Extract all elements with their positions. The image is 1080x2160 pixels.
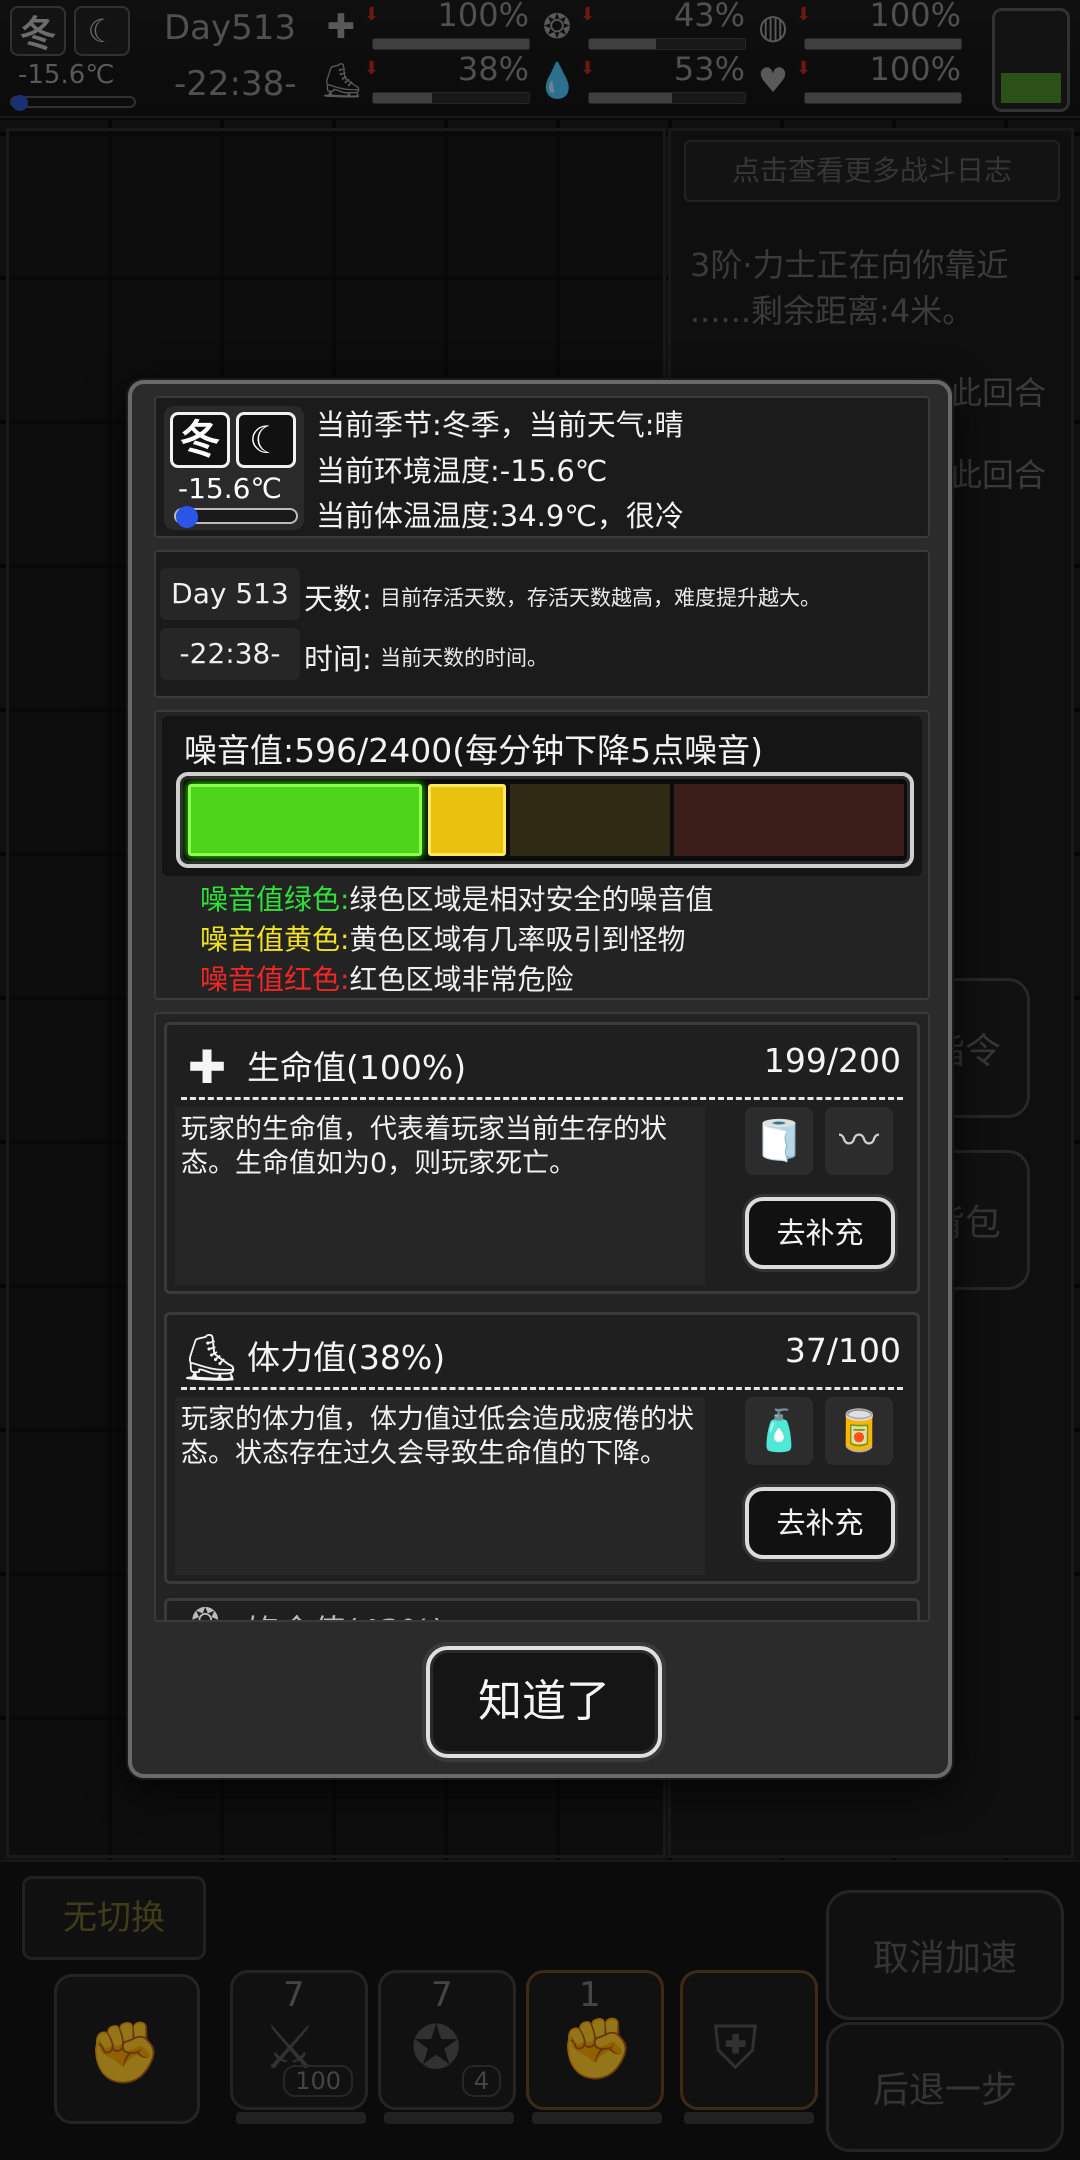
legend-text: 绿色区域是相对安全的噪音值 bbox=[349, 883, 714, 916]
bandage-icon[interactable]: 🧻 bbox=[745, 1107, 813, 1175]
noise-legend-green: 噪音值绿色:绿色区域是相对安全的噪音值 bbox=[200, 878, 713, 918]
day-time-section: Day 513 天数: 目前存活天数，存活天数越高，难度提升越大。 -22:38… bbox=[154, 550, 930, 698]
time-box: -22:38- bbox=[160, 628, 300, 680]
canned-food-icon[interactable]: 🥫 bbox=[825, 1397, 893, 1465]
noise-legend-yellow: 噪音值黄色:黄色区域有几率吸引到怪物 bbox=[200, 918, 685, 958]
season-weather-text: 当前季节:冬季，当前天气:晴 bbox=[316, 408, 684, 442]
status-info-dialog: 冬 ☾ -15.6℃ 当前季节:冬季，当前天气:晴 当前环境温度:-15.6℃ … bbox=[128, 380, 952, 1778]
noise-red-empty bbox=[674, 784, 904, 856]
health-card: ✚ 生命值(100%) 199/200 玩家的生命值，代表着玩家当前生存的状态。… bbox=[164, 1022, 920, 1294]
legend-key: 噪音值绿色: bbox=[200, 883, 350, 916]
legend-key: 噪音值黄色: bbox=[200, 923, 350, 956]
time-description: 当前天数的时间。 bbox=[380, 646, 548, 670]
legend-text: 红色区域非常危险 bbox=[349, 963, 574, 996]
stomach-icon: ❂ bbox=[191, 1601, 220, 1622]
replenish-stamina-button[interactable]: 去补充 bbox=[745, 1487, 895, 1559]
medkit-icon: ✚ bbox=[187, 1040, 227, 1094]
body-temperature-text: 当前体温温度:34.9℃，很冷 bbox=[316, 499, 684, 533]
energy-drink-icon[interactable]: 🧴 bbox=[745, 1397, 813, 1465]
satiety-card: ❂ 饱食值(43%) bbox=[164, 1598, 920, 1622]
card-value: 37/100 bbox=[784, 1331, 901, 1370]
stamina-card: ⛸ 体力值(38%) 37/100 玩家的体力值，体力值过低会造成疲倦的状态。状… bbox=[164, 1312, 920, 1584]
noise-yellow-empty bbox=[510, 784, 670, 856]
replenish-health-button[interactable]: 去补充 bbox=[745, 1197, 895, 1269]
noise-meter bbox=[176, 772, 914, 868]
season-temperature: -15.6℃ bbox=[178, 472, 282, 505]
noise-green-zone bbox=[188, 784, 422, 856]
card-description: 玩家的体力值，体力值过低会造成疲倦的状态。状态存在过久会导致生命值的下降。 bbox=[175, 1397, 705, 1575]
winter-icon: 冬 bbox=[170, 412, 230, 468]
noise-title: 噪音值:596/2400(每分钟下降5点噪音) bbox=[184, 731, 763, 770]
day-description: 目前存活天数，存活天数越高，难度提升越大。 bbox=[380, 586, 821, 610]
moon-icon: ☾ bbox=[236, 412, 296, 468]
card-title: 体力值(38%) bbox=[247, 1338, 446, 1377]
noise-yellow-zone bbox=[428, 784, 506, 856]
noise-section: 噪音值:596/2400(每分钟下降5点噪音) 噪音值绿色:绿色区域是相对安全的… bbox=[154, 710, 930, 1000]
legend-text: 黄色区域有几率吸引到怪物 bbox=[349, 923, 686, 956]
season-weather-widget: 冬 ☾ -15.6℃ bbox=[164, 406, 304, 530]
card-description: 玩家的生命值，代表着玩家当前生存的状态。生命值如为0，则玩家死亡。 bbox=[175, 1107, 705, 1285]
card-title: 生命值(100%) bbox=[247, 1048, 467, 1087]
ok-button[interactable]: 知道了 bbox=[426, 1646, 662, 1758]
stats-scroll-list[interactable]: ✚ 生命值(100%) 199/200 玩家的生命值，代表着玩家当前生存的状态。… bbox=[154, 1012, 930, 1622]
time-label: 时间: bbox=[304, 642, 372, 676]
day-label: 天数: bbox=[304, 582, 372, 616]
card-title: 饱食值(43%) bbox=[247, 1605, 445, 1620]
boot-icon: ⛸ bbox=[181, 1330, 240, 1384]
ambient-temperature-text: 当前环境温度:-15.6℃ bbox=[316, 454, 608, 488]
season-section: 冬 ☾ -15.6℃ 当前季节:冬季，当前天气:晴 当前环境温度:-15.6℃ … bbox=[154, 396, 930, 538]
noise-legend-red: 噪音值红色:红色区域非常危险 bbox=[200, 958, 573, 998]
legend-key: 噪音值红色: bbox=[200, 963, 350, 996]
card-value: 199/200 bbox=[763, 1041, 901, 1080]
divider bbox=[181, 1097, 903, 1100]
roll-bandage-icon[interactable]: 〰 bbox=[825, 1107, 893, 1175]
day-box: Day 513 bbox=[160, 568, 300, 620]
divider bbox=[181, 1387, 903, 1390]
temperature-bar bbox=[174, 506, 298, 528]
